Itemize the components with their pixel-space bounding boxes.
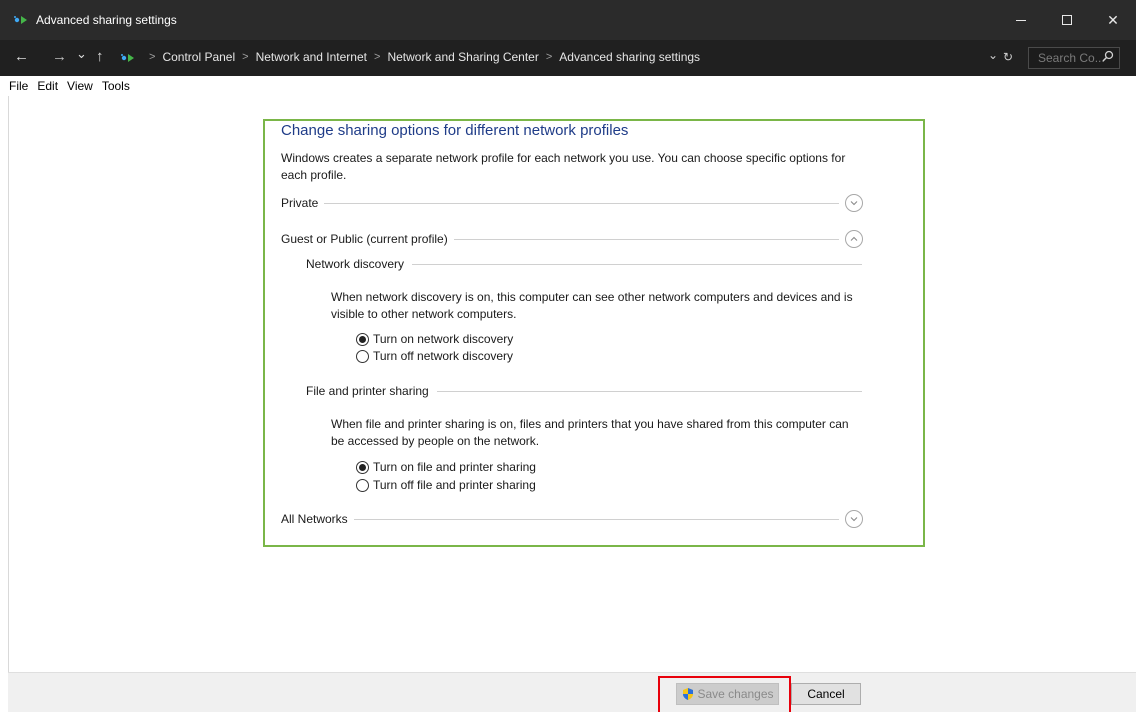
divider [436, 390, 862, 392]
profile-all-networks-label: All Networks [281, 512, 348, 526]
network-app-icon [14, 16, 27, 24]
radio-label: Turn on network discovery [373, 332, 514, 346]
breadcrumb-separator: > [149, 51, 156, 63]
recent-locations-chevron-icon[interactable]: ⌄ [76, 45, 87, 63]
network-discovery-description: When network discovery is on, this compu… [331, 290, 853, 321]
back-arrow-icon[interactable]: ← [14, 48, 29, 66]
maximize-button[interactable] [1044, 0, 1090, 40]
footer-bar [8, 672, 1136, 712]
page-description: Windows creates a separate network profi… [281, 151, 846, 182]
title-bar: Advanced sharing settings ✕ [0, 0, 1136, 40]
page-title: Change sharing options for different net… [281, 122, 629, 139]
address-row: ← → ⌄ ↑ > Control Panel > Network and In… [0, 40, 1136, 76]
divider [324, 202, 839, 204]
cancel-button[interactable]: Cancel [791, 683, 861, 705]
breadcrumb-separator: > [374, 51, 381, 63]
file-printer-sharing-label: File and printer sharing [306, 384, 429, 398]
close-icon: ✕ [1107, 11, 1119, 28]
breadcrumb-network-and-sharing-center[interactable]: Network and Sharing Center [387, 50, 538, 64]
radio-turn-off-network-discovery[interactable]: Turn off network discovery [356, 349, 513, 363]
profile-guest-public[interactable]: Guest or Public (current profile) [281, 230, 863, 248]
profile-private-label: Private [281, 196, 319, 210]
cancel-label: Cancel [807, 687, 845, 701]
profile-guest-public-label: Guest or Public (current profile) [281, 232, 448, 246]
network-discovery-label: Network discovery [306, 257, 405, 271]
file-printer-sharing-header: File and printer sharing [306, 384, 862, 398]
radio-turn-on-network-discovery[interactable]: Turn on network discovery [356, 332, 513, 346]
radio-button[interactable] [356, 332, 369, 346]
expand-chevron-down-icon[interactable] [845, 510, 863, 528]
highlight-box [658, 676, 791, 712]
breadcrumb-separator: > [242, 51, 249, 63]
radio-button[interactable] [356, 460, 369, 474]
radio-button[interactable] [356, 478, 369, 492]
control-panel-network-icon [121, 54, 134, 62]
breadcrumb-network-and-internet[interactable]: Network and Internet [256, 50, 367, 64]
search-icon [1102, 50, 1114, 65]
profile-private[interactable]: Private [281, 194, 863, 212]
breadcrumb-advanced-sharing-settings[interactable]: Advanced sharing settings [559, 50, 700, 64]
menu-tools[interactable]: Tools [102, 79, 130, 93]
radio-turn-on-file-printer-sharing[interactable]: Turn on file and printer sharing [356, 460, 536, 474]
collapse-chevron-up-icon[interactable] [845, 230, 863, 248]
breadcrumb: > Control Panel > Network and Internet >… [142, 50, 700, 64]
profile-all-networks[interactable]: All Networks [281, 510, 863, 528]
address-dropdown-icon[interactable]: ⌄ [988, 48, 998, 62]
divider [453, 238, 839, 240]
radio-label: Turn off file and printer sharing [373, 478, 536, 492]
breadcrumb-separator: > [545, 51, 553, 63]
menu-file[interactable]: File [9, 79, 28, 93]
menu-edit[interactable]: Edit [37, 79, 58, 93]
forward-arrow-icon[interactable]: → [52, 48, 67, 66]
divider [412, 263, 862, 265]
radio-label: Turn off network discovery [373, 349, 514, 363]
file-printer-sharing-description: When file and printer sharing is on, fil… [331, 417, 849, 448]
search-box[interactable]: Search Co... [1028, 47, 1120, 69]
minimize-button[interactable] [998, 0, 1044, 40]
radio-turn-off-file-printer-sharing[interactable]: Turn off file and printer sharing [356, 478, 536, 492]
menu-view[interactable]: View [67, 79, 93, 93]
radio-button[interactable] [356, 349, 369, 363]
expand-chevron-down-icon[interactable] [845, 194, 863, 212]
menu-bar: File Edit View Tools [0, 76, 1136, 96]
window-title: Advanced sharing settings [36, 13, 177, 27]
network-discovery-header: Network discovery [306, 257, 862, 271]
refresh-icon[interactable]: ↻ [1003, 50, 1013, 64]
radio-label: Turn on file and printer sharing [373, 460, 536, 474]
breadcrumb-control-panel[interactable]: Control Panel [162, 50, 235, 64]
divider [353, 518, 839, 520]
close-button[interactable]: ✕ [1090, 0, 1136, 40]
up-arrow-icon[interactable]: ↑ [96, 48, 104, 66]
search-placeholder: Search Co... [1038, 51, 1105, 65]
